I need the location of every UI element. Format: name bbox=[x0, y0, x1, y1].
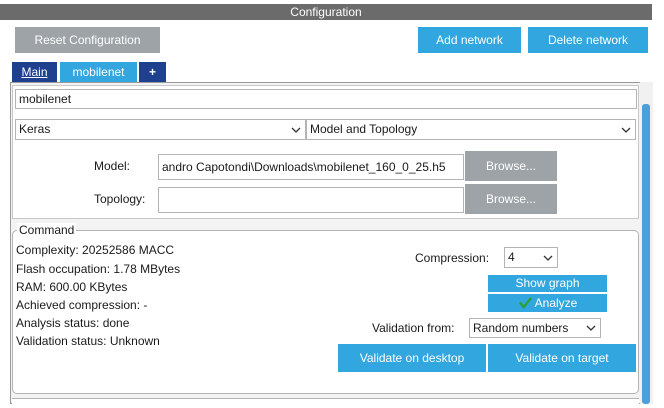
topology-path-input[interactable] bbox=[158, 187, 464, 213]
stat-validation-status: Validation status: Unknown bbox=[16, 334, 160, 348]
command-legend: Command bbox=[17, 223, 77, 237]
stat-analysis-status: Analysis status: done bbox=[16, 316, 130, 330]
validate-on-target-button[interactable]: Validate on target bbox=[488, 344, 636, 372]
framework-select[interactable]: Keras bbox=[15, 119, 306, 140]
next-section bbox=[12, 398, 639, 408]
window-title: Configuration bbox=[0, 4, 652, 20]
add-network-button[interactable]: Add network bbox=[418, 27, 521, 53]
topology-browse-button[interactable]: Browse... bbox=[465, 184, 557, 214]
compression-select-value: 4 bbox=[508, 250, 515, 264]
chevron-down-icon bbox=[586, 325, 596, 331]
validation-from-select[interactable]: Random numbers bbox=[469, 318, 601, 338]
analyze-label: Analyze bbox=[534, 296, 578, 310]
model-path-input[interactable]: andro Capotondi\Downloads\mobilenet_160_… bbox=[158, 154, 464, 180]
delete-network-button[interactable]: Delete network bbox=[528, 27, 648, 53]
chevron-down-icon bbox=[543, 255, 553, 261]
stat-achieved-compression: Achieved compression: - bbox=[16, 298, 148, 312]
model-type-select-value: Model and Topology bbox=[310, 122, 418, 136]
validation-from-select-value: Random numbers bbox=[473, 321, 569, 335]
reset-configuration-button[interactable]: Reset Configuration bbox=[15, 27, 160, 53]
show-graph-button[interactable]: Show graph bbox=[488, 275, 607, 292]
compression-label: Compression: bbox=[415, 251, 490, 265]
chevron-down-icon bbox=[621, 127, 631, 133]
compression-select[interactable]: 4 bbox=[504, 247, 558, 268]
tab-mobilenet[interactable]: mobilenet bbox=[60, 62, 137, 82]
validate-on-desktop-button[interactable]: Validate on desktop bbox=[338, 344, 486, 372]
tab-add[interactable]: + bbox=[139, 62, 166, 82]
topology-label: Topology: bbox=[94, 192, 146, 206]
model-type-select[interactable]: Model and Topology bbox=[306, 119, 636, 140]
stat-ram: RAM: 600.00 KBytes bbox=[16, 280, 128, 294]
chevron-down-icon bbox=[291, 127, 301, 133]
tab-main[interactable]: Main bbox=[12, 62, 57, 82]
validation-from-label: Validation from: bbox=[372, 321, 455, 335]
stat-flash-occupation: Flash occupation: 1.78 MBytes bbox=[16, 262, 181, 276]
stat-complexity: Complexity: 20252586 MACC bbox=[16, 243, 175, 257]
model-browse-button[interactable]: Browse... bbox=[465, 151, 557, 181]
checkmark-icon bbox=[518, 297, 532, 310]
network-name-input[interactable]: mobilenet bbox=[15, 89, 637, 109]
vertical-scrollbar-thumb[interactable] bbox=[642, 104, 650, 404]
framework-select-value: Keras bbox=[19, 122, 51, 136]
analyze-button[interactable]: Analyze bbox=[488, 294, 607, 312]
model-label: Model: bbox=[94, 159, 131, 173]
